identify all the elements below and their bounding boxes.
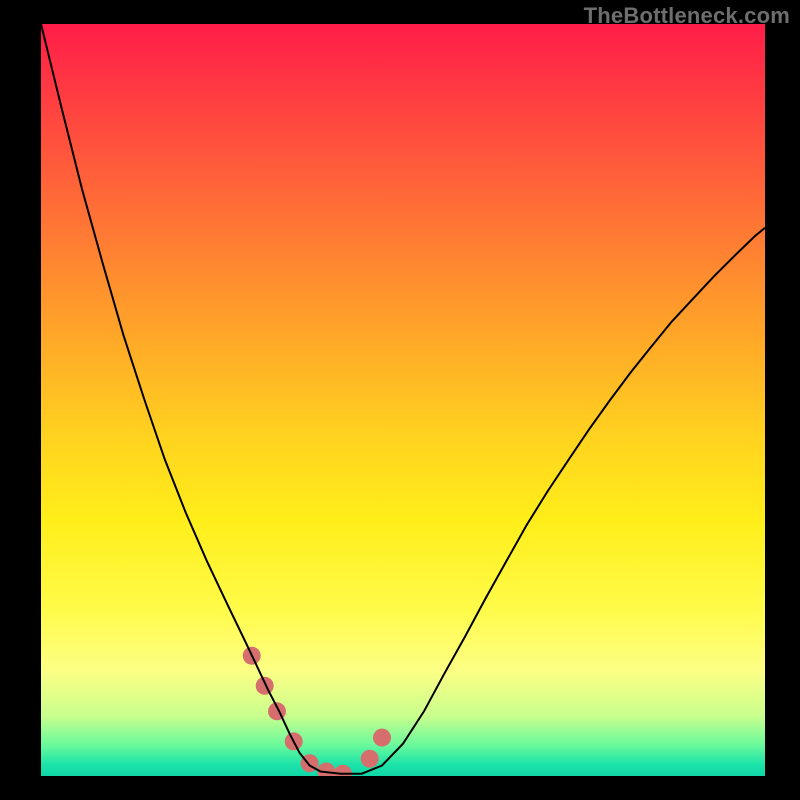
watermark-label: TheBottleneck.com	[584, 3, 790, 29]
chart-stage: TheBottleneck.com	[0, 0, 800, 800]
highlight-marker	[317, 763, 335, 777]
bottleneck-curve-path	[41, 24, 765, 774]
highlight-marker	[373, 729, 391, 747]
chart-svg-overlay	[41, 24, 765, 776]
highlight-marker	[361, 750, 379, 768]
highlight-markers-group	[243, 647, 391, 776]
chart-plot-area	[41, 24, 765, 776]
highlight-marker	[256, 677, 274, 695]
